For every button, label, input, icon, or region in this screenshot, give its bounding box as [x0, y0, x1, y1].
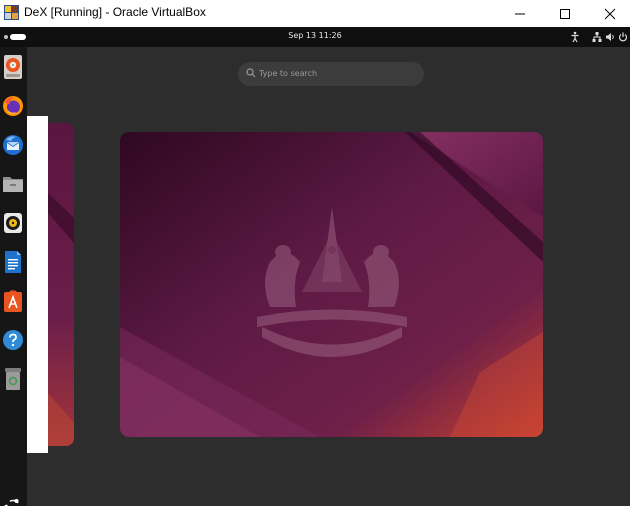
gnome-top-bar: Sep 13 11:26 — [0, 27, 630, 47]
ubuntu-wallpaper — [120, 132, 543, 437]
dock-disk-usage[interactable] — [2, 52, 24, 82]
ubuntu-logo-icon — [4, 499, 21, 506]
disk-usage-icon — [4, 55, 22, 79]
search-placeholder: Type to search — [259, 69, 318, 78]
dock-help[interactable] — [2, 325, 24, 355]
search-box[interactable]: Type to search — [238, 62, 424, 86]
minimize-icon — [515, 13, 525, 14]
dock-rhythmbox[interactable] — [2, 208, 24, 238]
close-icon — [604, 8, 616, 19]
dock-trash[interactable] — [2, 364, 24, 394]
vm-display[interactable]: Sep 13 11:26 Type to search — [0, 27, 630, 506]
maximize-button[interactable] — [543, 0, 587, 27]
dock — [0, 47, 27, 506]
files-icon — [3, 177, 23, 192]
dock-firefox[interactable] — [2, 91, 24, 121]
network-icon[interactable] — [592, 30, 602, 48]
show-apps-button[interactable] — [2, 492, 24, 506]
dock-libreoffice-writer[interactable] — [2, 247, 24, 277]
workspace-thumbnail-left[interactable] — [48, 123, 74, 446]
clock[interactable]: Sep 13 11:26 — [0, 31, 630, 40]
window-title: DeX [Running] - Oracle VirtualBox — [24, 5, 206, 19]
window-titlebar: DeX [Running] - Oracle VirtualBox — [0, 0, 630, 27]
minimize-button[interactable] — [498, 0, 542, 27]
maximize-icon — [560, 8, 570, 19]
system-tray[interactable] — [570, 30, 628, 48]
thunderbird-icon — [3, 135, 23, 155]
app-center-icon — [4, 290, 22, 312]
volume-icon[interactable] — [605, 30, 615, 48]
writer-icon — [5, 251, 21, 273]
dock-app-center[interactable] — [2, 286, 24, 316]
power-icon[interactable] — [618, 30, 628, 48]
dock-files[interactable] — [2, 169, 24, 199]
window-preview-strip[interactable] — [27, 116, 48, 453]
close-button[interactable] — [588, 0, 630, 27]
rhythmbox-icon — [4, 213, 22, 233]
firefox-icon — [3, 96, 23, 116]
help-icon — [3, 330, 23, 350]
accessibility-icon[interactable] — [570, 30, 580, 48]
trash-icon — [5, 368, 21, 390]
virtualbox-icon — [4, 5, 19, 20]
dock-thunderbird[interactable] — [2, 130, 24, 160]
workspace-thumbnail-main[interactable] — [120, 132, 543, 437]
search-icon — [246, 68, 256, 78]
